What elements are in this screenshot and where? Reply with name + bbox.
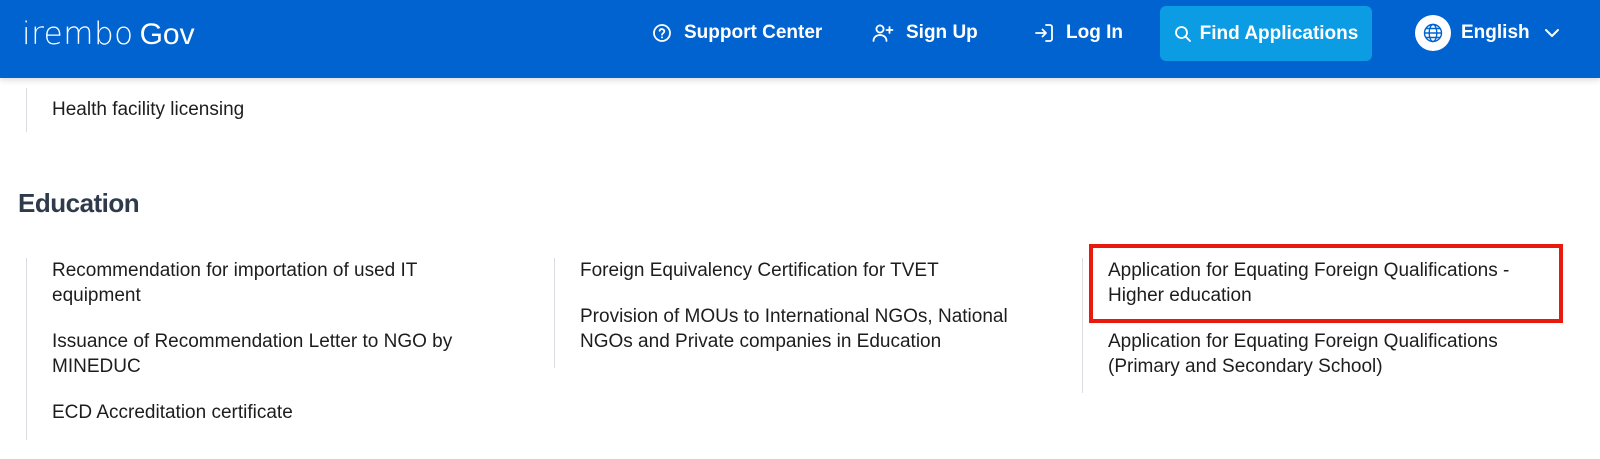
globe-icon	[1415, 15, 1451, 51]
support-center-label: Support Center	[684, 22, 823, 43]
service-link[interactable]: Application for Equating Foreign Qualifi…	[1108, 329, 1558, 379]
irembo-gov-logo[interactable]: irembo Gov	[22, 16, 195, 52]
user-plus-icon	[872, 24, 894, 42]
find-applications-label: Find Applications	[1199, 22, 1359, 44]
service-link[interactable]: Recommendation for importation of used I…	[52, 258, 492, 308]
sign-up-link[interactable]: Sign Up	[872, 0, 978, 66]
log-in-link[interactable]: Log In	[1034, 0, 1123, 66]
service-link[interactable]: Foreign Equivalency Certification for TV…	[580, 258, 1060, 283]
support-center-link[interactable]: Support Center	[652, 0, 822, 66]
sign-up-label: Sign Up	[906, 22, 978, 43]
top-nav-bar: irembo Gov Support Center Sign Up Log In…	[0, 0, 1600, 78]
service-link-higher-education[interactable]: Application for Equating Foreign Qualifi…	[1108, 258, 1558, 308]
service-link[interactable]: Provision of MOUs to International NGOs,…	[580, 304, 1060, 354]
language-label: English	[1461, 22, 1530, 43]
log-in-label: Log In	[1066, 22, 1123, 43]
language-selector[interactable]: English	[1415, 14, 1560, 52]
service-link[interactable]: Health facility licensing	[26, 88, 244, 132]
service-column-1: Recommendation for importation of used I…	[26, 258, 526, 440]
help-circle-icon	[653, 24, 671, 42]
service-column-2: Foreign Equivalency Certification for TV…	[554, 258, 1054, 368]
service-column-3: Application for Equating Foreign Qualifi…	[1082, 258, 1582, 393]
service-link[interactable]: ECD Accreditation certificate	[52, 400, 492, 425]
log-in-icon	[1035, 24, 1053, 42]
service-link[interactable]: Issuance of Recommendation Letter to NGO…	[52, 329, 492, 379]
chevron-down-icon	[1544, 29, 1559, 37]
logo-gov-text: Gov	[139, 18, 195, 51]
search-icon	[1174, 25, 1191, 42]
logo-wordmark: irembo	[22, 16, 134, 52]
section-title-education: Education	[18, 188, 140, 218]
find-applications-button[interactable]: Find Applications	[1160, 6, 1372, 61]
